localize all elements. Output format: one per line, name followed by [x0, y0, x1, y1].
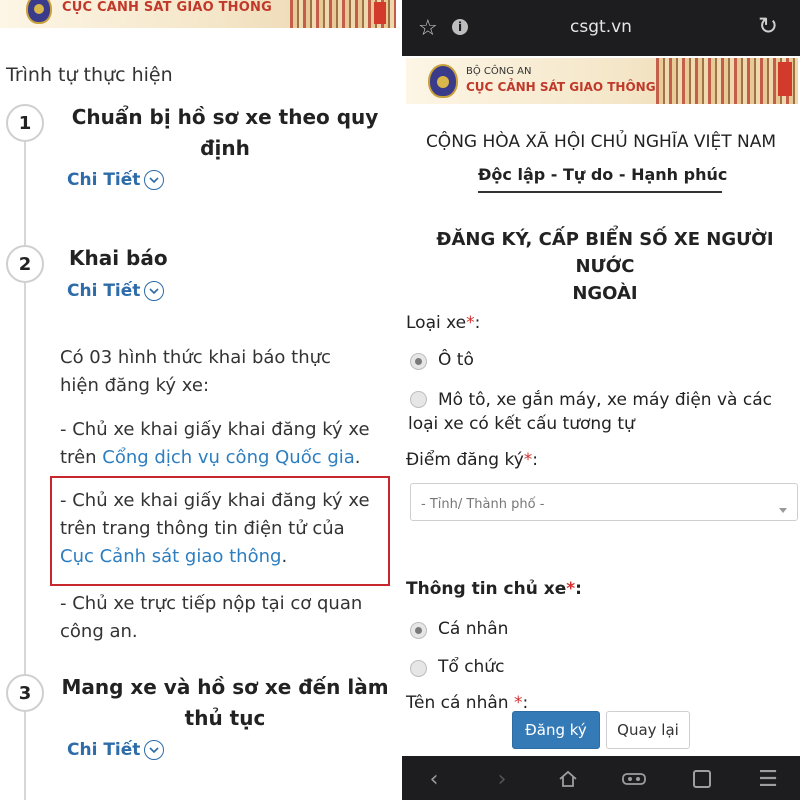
browser-toolbar: ☆ i csgt.vn ↻: [402, 0, 800, 56]
home-icon[interactable]: [554, 766, 582, 792]
back-nav-icon[interactable]: ‹: [420, 766, 448, 792]
declare-intro: Có 03 hình thức khai báo thực hiện đăng …: [60, 344, 390, 400]
detail-link-2[interactable]: Chi Tiết: [67, 281, 165, 301]
banner-flag: [778, 62, 792, 96]
banner-parade-image: [656, 58, 798, 104]
radio-motorbike-label-line2[interactable]: loại xe có kết cấu tương tự: [408, 414, 635, 434]
required-mark: *: [466, 313, 475, 333]
personal-name-label: Tên cá nhân *:: [406, 693, 528, 713]
browser-nav-bar: ‹ › ☰: [402, 756, 800, 800]
detail-link-1[interactable]: Chi Tiết: [67, 170, 165, 190]
owner-info-label: Thông tin chủ xe*:: [406, 579, 582, 599]
label-colon: :: [474, 313, 481, 333]
owner-info-text: Thông tin chủ xe: [406, 579, 567, 599]
banner-dept: CỤC CẢNH SÁT GIAO THÔNG: [466, 80, 656, 94]
label-colon: :: [522, 693, 529, 713]
form-title-line1: ĐĂNG KÝ, CẤP BIỂN SỐ XE NGƯỜI NƯỚC: [436, 229, 774, 277]
right-panel: ☆ i csgt.vn ↻ BỘ CÔNG AN CỤC CẢNH SÁT GI…: [402, 0, 800, 800]
form-title-line2: NGOÀI: [572, 283, 638, 304]
police-emblem-icon: [26, 0, 52, 24]
detail-label: Chi Tiết: [67, 170, 141, 190]
radio-car[interactable]: [410, 353, 427, 370]
declare-intro-line2: hiện đăng ký xe:: [60, 375, 210, 396]
chevron-down-icon: [144, 170, 165, 190]
declare-option-3-line1: - Chủ xe trực tiếp nộp tại cơ quan: [60, 593, 363, 614]
site-banner: CỤC CẢNH SÁT GIAO THÔNG: [0, 0, 396, 28]
police-emblem-icon: [428, 64, 458, 98]
radio-motorbike[interactable]: [410, 391, 427, 408]
menu-icon[interactable]: ☰: [754, 766, 782, 792]
left-panel: CỤC CẢNH SÁT GIAO THÔNG Trình tự thực hi…: [0, 0, 396, 800]
label-colon: :: [575, 579, 582, 599]
step-title-3-line1: Mang xe và hồ sơ xe đến làm: [61, 675, 389, 699]
required-mark: *: [566, 579, 576, 599]
back-button[interactable]: Quay lại: [606, 711, 690, 749]
tabs-icon[interactable]: [688, 766, 716, 792]
declare-option-3: - Chủ xe trực tiếp nộp tại cơ quan công …: [60, 590, 390, 646]
vehicle-type-text: Loại xe: [406, 313, 467, 333]
vehicle-type-label: Loại xe*:: [406, 313, 480, 333]
reload-icon[interactable]: ↻: [758, 12, 778, 40]
detail-label: Chi Tiết: [67, 740, 141, 760]
form-title: ĐĂNG KÝ, CẤP BIỂN SỐ XE NGƯỜI NƯỚC NGOÀI: [410, 226, 800, 307]
declare-option-1: - Chủ xe khai giấy khai đăng ký xe trên …: [60, 416, 390, 472]
declare-option-3-line2: công an.: [60, 621, 138, 642]
step-title-1-line2: định: [200, 136, 250, 160]
chevron-down-icon: [144, 740, 165, 760]
step-title-3-line2: thủ tục: [184, 706, 266, 730]
motto-underline: [478, 191, 722, 193]
address-bar[interactable]: csgt.vn: [402, 17, 800, 37]
nation-heading: CỘNG HÒA XÃ HỘI CHỦ NGHĨA VIỆT NAM: [425, 132, 777, 152]
declare-option-1-line2: trên Cổng dịch vụ công Quốc gia.: [60, 444, 390, 472]
declare-option-1-suffix: .: [354, 447, 361, 468]
step-title-1-line1: Chuẩn bị hồ sơ xe theo quy: [71, 105, 379, 129]
motto: Độc lập - Tự do - Hạnh phúc: [478, 165, 728, 184]
label-colon: :: [532, 450, 539, 470]
declare-option-1-line1: - Chủ xe khai giấy khai đăng ký xe: [60, 419, 370, 440]
personal-name-text: Tên cá nhân: [406, 693, 509, 713]
declare-intro-line1: Có 03 hình thức khai báo thực: [60, 347, 331, 368]
step-number-3: 3: [6, 674, 44, 712]
register-button[interactable]: Đăng ký: [512, 711, 600, 749]
radio-organization-label[interactable]: Tổ chức: [438, 657, 504, 677]
step-title-1: Chuẩn bị hồ sơ xe theo quy định: [60, 102, 390, 164]
national-public-service-portal-link[interactable]: Cổng dịch vụ công Quốc gia: [102, 447, 355, 468]
banner-flag: [374, 2, 386, 24]
province-select-value: - Tỉnh/ Thành phố -: [421, 497, 545, 512]
step-number-2: 2: [6, 245, 44, 283]
declare-option-1-prefix: trên: [60, 447, 103, 468]
radio-personal-label[interactable]: Cá nhân: [438, 619, 508, 639]
radio-car-label[interactable]: Ô tô: [438, 350, 474, 370]
province-select[interactable]: - Tỉnh/ Thành phố -: [410, 483, 798, 521]
form-banner: BỘ CÔNG AN CỤC CẢNH SÁT GIAO THÔNG: [406, 58, 798, 104]
detail-link-3[interactable]: Chi Tiết: [67, 740, 165, 760]
banner-title: CỤC CẢNH SÁT GIAO THÔNG: [62, 0, 272, 15]
reg-point-text: Điểm đăng ký: [406, 450, 524, 470]
reader-mode-icon[interactable]: [620, 766, 648, 792]
radio-motorbike-label-line1[interactable]: Mô tô, xe gắn máy, xe máy điện và các: [438, 390, 772, 410]
detail-label: Chi Tiết: [67, 281, 141, 301]
highlight-box: [50, 476, 390, 586]
forward-nav-icon[interactable]: ›: [488, 766, 516, 792]
banner-ministry: BỘ CÔNG AN: [466, 66, 532, 77]
radio-organization[interactable]: [410, 660, 427, 677]
chevron-down-icon: [144, 281, 165, 301]
radio-personal[interactable]: [410, 622, 427, 639]
step-title-3: Mang xe và hồ sơ xe đến làm thủ tục: [60, 672, 390, 734]
reg-point-label: Điểm đăng ký*:: [406, 450, 538, 470]
select-arrow-icon: [779, 508, 787, 513]
section-title: Trình tự thực hiện: [6, 64, 173, 86]
step-title-2: Khai báo: [69, 246, 168, 270]
step-number-1: 1: [6, 104, 44, 142]
